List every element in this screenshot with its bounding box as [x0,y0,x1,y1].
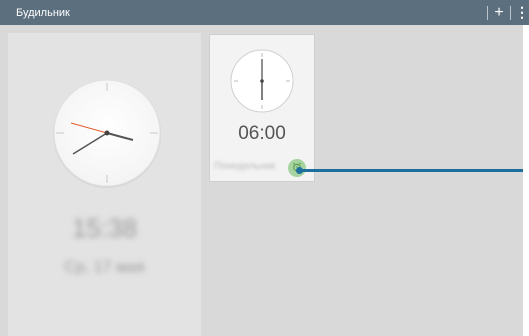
app-title: Будильник [16,6,70,19]
page-edge [523,25,529,336]
analog-clock [51,78,163,195]
alarm-card[interactable]: 06:00 Понедельник [209,34,315,182]
current-date: Ср, 17 мая [64,259,145,276]
alarm-time: 06:00 [238,123,286,144]
current-time: 15:38 [71,213,138,243]
alarm-analog-clock [230,49,294,118]
add-alarm-button[interactable]: + [488,0,510,25]
current-time-panel: 15:38 Ср, 17 мая [8,33,201,336]
app-title-bar: Будильник + ⋮ [0,0,529,25]
more-options-button[interactable]: ⋮ [511,0,529,25]
plus-icon: + [494,3,504,21]
callout-line [299,169,523,172]
alarm-repeat-days: Понедельник [214,161,276,172]
more-vertical-icon: ⋮ [515,4,529,20]
